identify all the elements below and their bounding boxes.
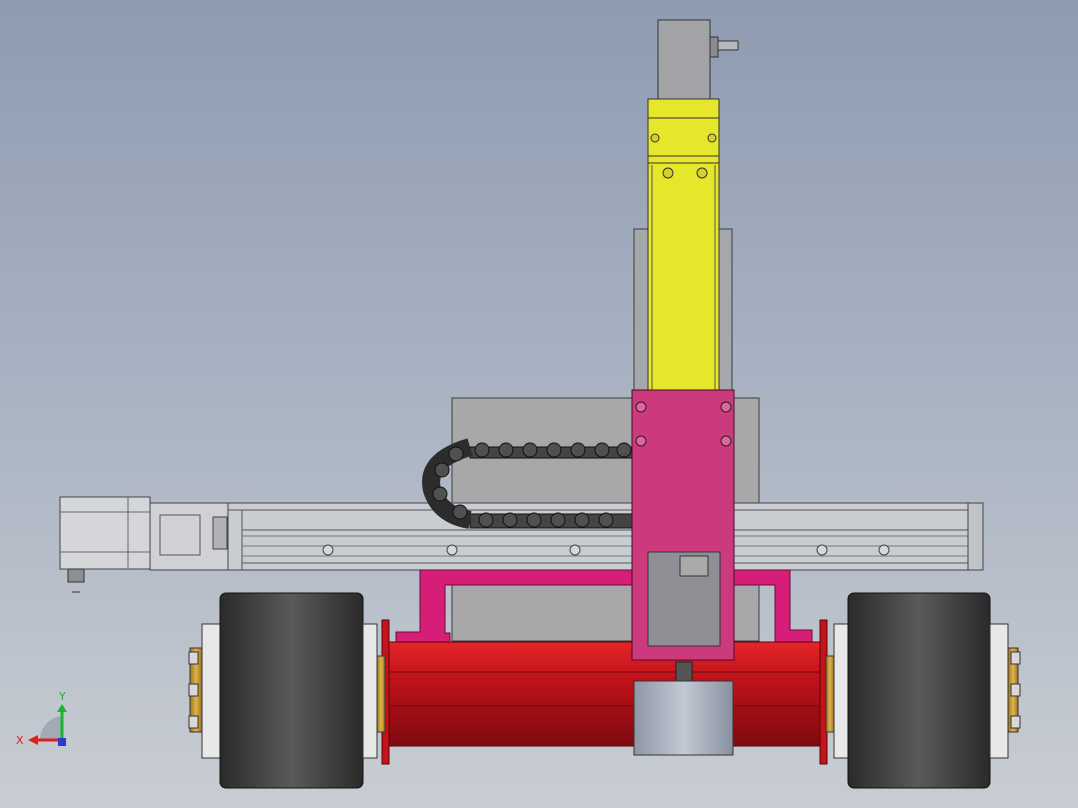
- drive-body: [381, 619, 828, 765]
- axis-triad: Y X: [16, 690, 67, 747]
- right-wheel: [825, 592, 1021, 789]
- x-axis-label: X: [16, 734, 24, 747]
- left-wheel: [188, 592, 386, 789]
- y-axis-label: Y: [58, 690, 66, 703]
- screw-icon: [188, 651, 199, 729]
- z-axis-motor: [657, 19, 739, 101]
- x-axis-motor: [59, 496, 229, 593]
- screw-icon: [1010, 651, 1021, 729]
- y-axis-carriage: [631, 389, 735, 661]
- z-axis-actuator: [647, 98, 720, 392]
- cad-viewport[interactable]: Y X: [0, 0, 1078, 808]
